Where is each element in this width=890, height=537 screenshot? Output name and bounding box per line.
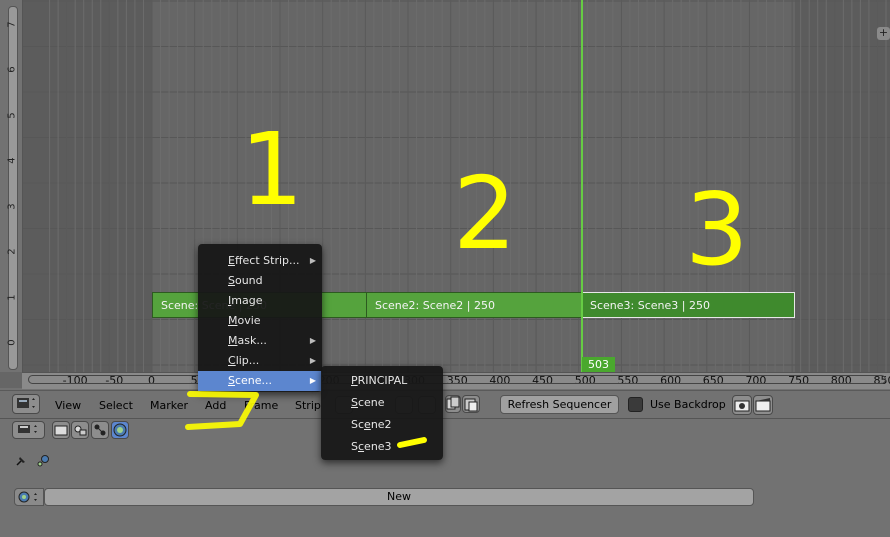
- annotation-scribbles: [185, 391, 427, 448]
